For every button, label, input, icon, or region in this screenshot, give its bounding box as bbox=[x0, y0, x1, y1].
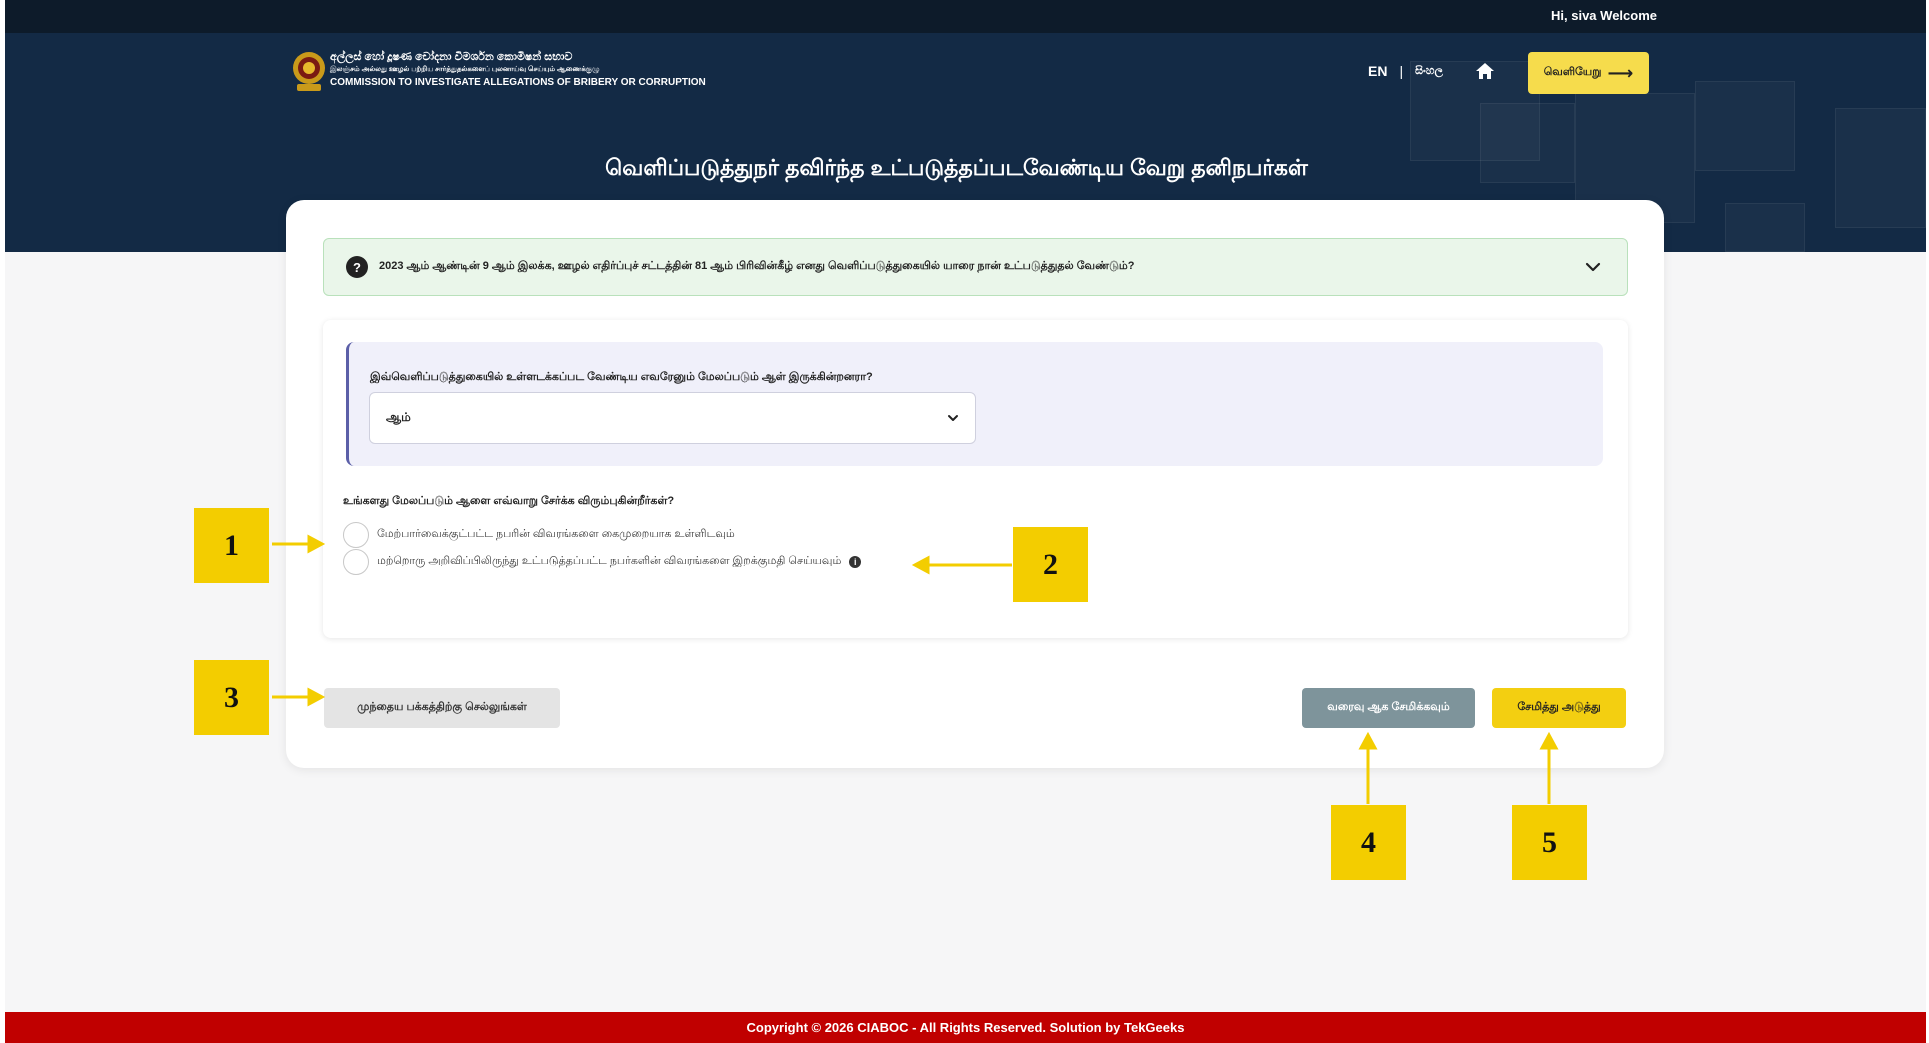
add-method-label: உங்களது மேலப்படும் ஆளை எவ்வாறு சேர்க்க வ… bbox=[343, 495, 675, 507]
question-icon: ? bbox=[346, 256, 368, 278]
radio-option-import[interactable]: மற்றொரு அறிவிப்பிலிருந்து உட்படுத்தப்பட்… bbox=[343, 549, 862, 575]
chevron-down-icon[interactable] bbox=[1583, 257, 1603, 277]
org-name-sinhala: අල්ලස් හෝ දූෂණ චෝදනා විමර්ශන කොමිෂන් සභා… bbox=[330, 51, 573, 63]
previous-page-button[interactable]: முந்தைய பக்கத்திற்கு செல்லுங்கள் bbox=[324, 688, 560, 728]
form-panel: இவ்வெளிப்படுத்துகையில் உள்ளடக்கப்பட வேண்… bbox=[323, 320, 1628, 638]
lang-en-link[interactable]: EN bbox=[1368, 63, 1387, 79]
radio-option-manual[interactable]: மேற்பார்வைக்குட்பட்ட நபரின் விவரங்களை கை… bbox=[343, 522, 735, 548]
faq-accordion[interactable]: ? 2023 ஆம் ஆண்டின் 9 ஆம் இலக்க, ஊழல் எதி… bbox=[323, 238, 1628, 296]
language-switcher: EN | සිංහල bbox=[1368, 63, 1443, 79]
radio-button[interactable] bbox=[343, 549, 369, 575]
callout-2: 2 bbox=[1013, 527, 1088, 602]
radio-button[interactable] bbox=[343, 522, 369, 548]
arrow-right-icon: ⟶ bbox=[1607, 63, 1634, 83]
emblem-logo-icon bbox=[293, 52, 325, 91]
footer: Copyright © 2026 CIABOC - All Rights Res… bbox=[5, 1012, 1926, 1043]
top-bar: Hi, siva Welcome bbox=[5, 0, 1926, 33]
callout-1: 1 bbox=[194, 508, 269, 583]
main-card: ? 2023 ஆம் ஆண்டின் 9 ஆம் இலக்க, ஊழல் எதி… bbox=[286, 200, 1664, 768]
callout-3: 3 bbox=[194, 660, 269, 735]
callout-5: 5 bbox=[1512, 805, 1587, 880]
callout-4: 4 bbox=[1331, 805, 1406, 880]
logout-label: வெளியேறு bbox=[1543, 66, 1602, 78]
organization-name: අල්ලස් හෝ දූෂණ චෝදනා විමර්ශන කොමිෂන් සභා… bbox=[330, 51, 706, 89]
home-icon[interactable] bbox=[1475, 61, 1495, 81]
decor-square bbox=[1725, 203, 1805, 252]
save-draft-button[interactable]: வரைவு ஆக சேமிக்கவும் bbox=[1302, 688, 1475, 728]
radio-label: மற்றொரு அறிவிப்பிலிருந்து உட்படுத்தப்பட்… bbox=[377, 555, 842, 567]
page-title: வெளிப்படுத்துநர் தவிர்ந்த உட்படுத்தப்படவ… bbox=[5, 155, 1926, 184]
chevron-down-icon bbox=[948, 415, 958, 421]
lang-sinhala-link[interactable]: සිංහල bbox=[1415, 65, 1443, 78]
select-value: ஆம் bbox=[386, 410, 411, 424]
footer-copyright: Copyright © 2026 CIABOC - All Rights Res… bbox=[746, 1020, 1185, 1035]
yes-no-select[interactable]: ஆம் bbox=[369, 392, 976, 444]
info-icon[interactable]: i bbox=[849, 556, 862, 568]
faq-question: 2023 ஆம் ஆண்டின் 9 ஆம் இலக்க, ஊழல் எதிர்… bbox=[379, 260, 1135, 272]
question-block: இவ்வெளிப்படுத்துகையில் உள்ளடக்கப்பட வேண்… bbox=[346, 342, 1603, 466]
page-title-text: வெளிப்படுத்துநர் தவிர்ந்த உட்படுத்தப்படவ… bbox=[605, 155, 1308, 180]
logout-button[interactable]: வெளியேறு ⟶ bbox=[1528, 52, 1649, 94]
radio-label: மேற்பார்வைக்குட்பட்ட நபரின் விவரங்களை கை… bbox=[377, 528, 735, 540]
app-frame: Hi, siva Welcome අල්ලස් හෝ දූෂණ චෝදනා වි… bbox=[5, 0, 1926, 1043]
org-name-tamil: இலஞ்சம் அல்லது ஊழல் பற்றிய சார்த்துதல்கள… bbox=[330, 66, 600, 73]
welcome-text: Hi, siva Welcome bbox=[1551, 8, 1657, 23]
save-next-button[interactable]: சேமித்து அடுத்து bbox=[1492, 688, 1626, 728]
lang-separator: | bbox=[1399, 63, 1404, 79]
org-name-english: COMMISSION TO INVESTIGATE ALLEGATIONS OF… bbox=[330, 77, 706, 88]
question-label: இவ்வெளிப்படுத்துகையில் உள்ளடக்கப்பட வேண்… bbox=[370, 371, 873, 383]
